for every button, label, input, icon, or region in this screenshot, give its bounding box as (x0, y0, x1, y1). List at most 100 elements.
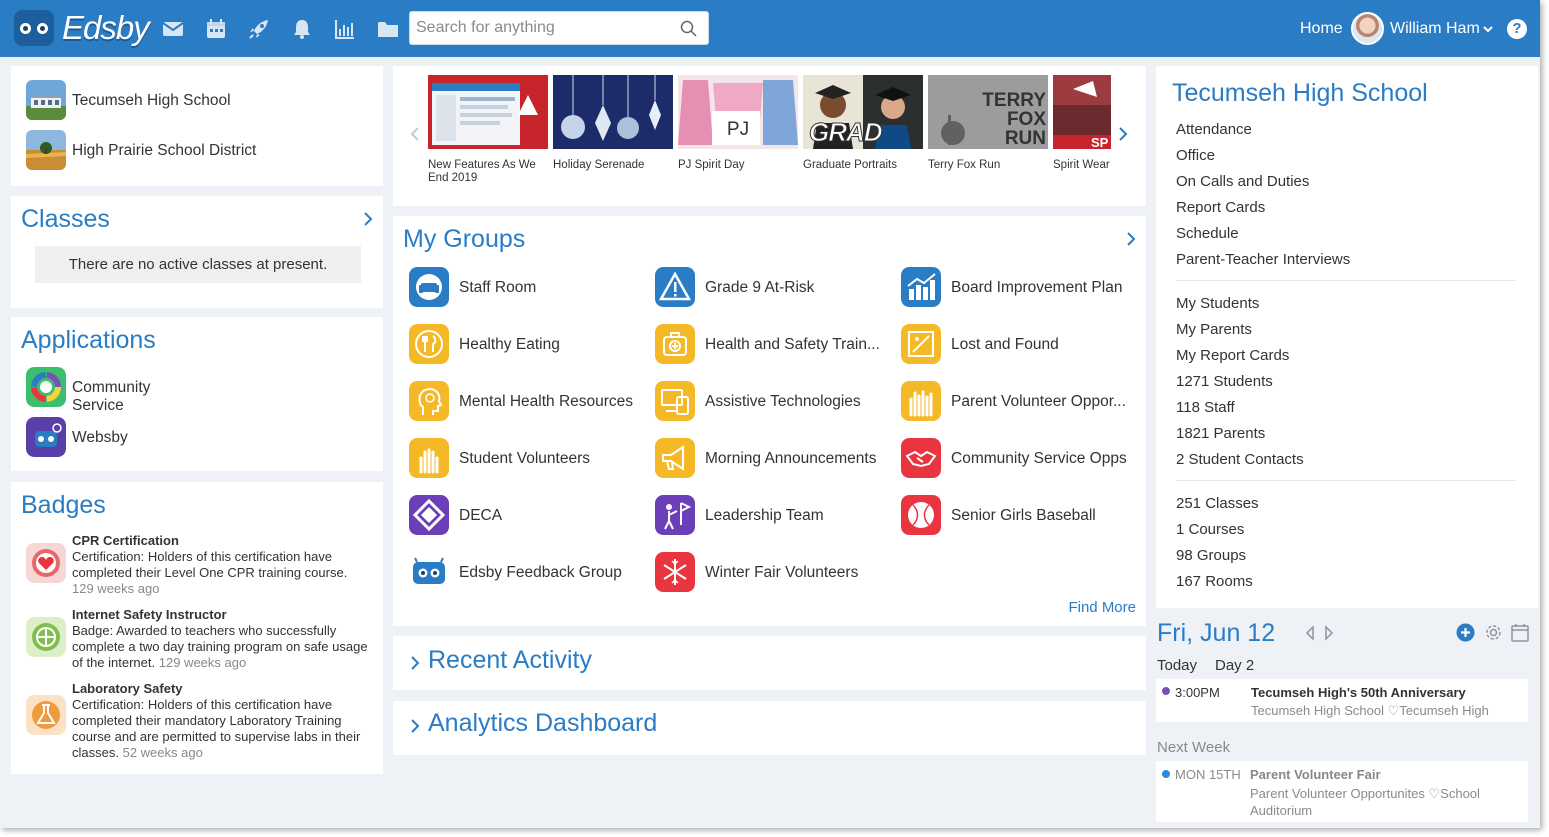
badge-item[interactable]: Internet Safety Instructor Badge: Awarde… (26, 607, 371, 671)
carousel-strip: New Features As We End 2019 Holiday Sere… (428, 0, 1111, 200)
prev-day-icon[interactable] (1305, 625, 1315, 641)
event-calendar-name: Tecumseh High School (1251, 703, 1384, 718)
event-time: MON 15TH (1175, 767, 1241, 782)
edsby-logo-icon[interactable] (14, 10, 54, 46)
divider (1176, 280, 1516, 281)
carousel-item[interactable]: Holiday Serenade (553, 75, 673, 172)
event-time: 3:00PM (1175, 685, 1220, 700)
find-more-link[interactable]: Find More (1068, 599, 1136, 616)
analytics-icon[interactable] (334, 18, 356, 40)
bell-icon[interactable] (291, 18, 313, 40)
group-health-and-safety[interactable]: Health and Safety Train... (655, 324, 895, 364)
recent-activity-panel[interactable]: Recent Activity (393, 636, 1146, 690)
link-schedule[interactable]: Schedule (1176, 225, 1239, 242)
chevron-down-icon[interactable] (1482, 24, 1494, 34)
badge-text: Internet Safety Instructor Badge: Awarde… (72, 607, 372, 671)
app-logo-text[interactable]: Edsby (62, 9, 150, 47)
event-item[interactable]: MON 15TH Parent Volunteer Fair Parent Vo… (1156, 761, 1528, 822)
group-community-service-opps[interactable]: Community Service Opps (901, 438, 1141, 478)
link-students-count[interactable]: 1271 Students (1176, 373, 1273, 390)
badge-item[interactable]: Laboratory Safety Certification: Holders… (26, 681, 371, 761)
event-dot (1162, 770, 1170, 778)
analytics-dashboard-title[interactable]: Analytics Dashboard (428, 709, 657, 738)
group-winter-fair[interactable]: Winter Fair Volunteers (655, 552, 895, 592)
carousel-item[interactable]: SP Spirit Wear (1053, 75, 1111, 172)
school-label: High Prairie School District (72, 142, 257, 159)
event-item[interactable]: 3:00PM Tecumseh High's 50th Anniversary … (1156, 679, 1528, 722)
carousel-item[interactable]: GRAD Graduate Portraits (803, 75, 923, 172)
group-parent-volunteer[interactable]: Parent Volunteer Oppor... (901, 381, 1141, 421)
group-leadership-team[interactable]: Leadership Team (655, 495, 895, 535)
home-link[interactable]: Home (1300, 20, 1343, 38)
link-office[interactable]: Office (1176, 147, 1215, 164)
badges-panel: Badges CPR Certification Certification: … (11, 482, 383, 774)
group-staff-room[interactable]: Staff Room (409, 267, 649, 307)
chevron-right-icon[interactable] (409, 655, 421, 671)
link-rooms-count[interactable]: 167 Rooms (1176, 573, 1253, 590)
group-label: Community Service Opps (951, 450, 1127, 467)
link-my-parents[interactable]: My Parents (1176, 321, 1252, 338)
group-assistive-technologies[interactable]: Assistive Technologies (655, 381, 895, 421)
link-my-report-cards[interactable]: My Report Cards (1176, 347, 1289, 364)
calendar-icon[interactable] (205, 18, 227, 40)
user-name[interactable]: William Ham (1390, 20, 1480, 38)
my-groups-title[interactable]: My Groups (403, 225, 525, 254)
edsby-robot-icon (409, 552, 449, 592)
badge-title: CPR Certification (72, 533, 179, 548)
link-student-contacts[interactable]: 2 Student Contacts (1176, 451, 1304, 468)
group-lost-and-found[interactable]: Lost and Found (901, 324, 1141, 364)
mail-icon[interactable] (162, 18, 184, 40)
group-edsby-feedback[interactable]: Edsby Feedback Group (409, 552, 649, 592)
chevron-right-icon[interactable] (362, 211, 374, 227)
carousel-caption: PJ Spirit Day (678, 159, 745, 171)
badge-item[interactable]: CPR Certification Certification: Holders… (26, 533, 371, 597)
carousel-item[interactable]: PJ PJ Spirit Day (678, 75, 798, 172)
lab-safety-badge-icon (26, 695, 66, 735)
link-my-students[interactable]: My Students (1176, 295, 1259, 312)
avatar[interactable] (1351, 12, 1384, 45)
folder-icon[interactable] (377, 18, 399, 40)
event-calendar-name: Parent Volunteer Opportunites (1250, 786, 1425, 801)
recent-activity-title[interactable]: Recent Activity (428, 646, 592, 675)
help-icon[interactable]: ? (1507, 19, 1527, 39)
group-mental-health[interactable]: Mental Health Resources (409, 381, 649, 421)
group-healthy-eating[interactable]: Healthy Eating (409, 324, 649, 364)
handshake-icon (901, 438, 941, 478)
chevron-right-icon[interactable] (409, 718, 421, 734)
carousel-caption: Terry Fox Run (928, 159, 1001, 171)
link-interviews[interactable]: Parent-Teacher Interviews (1176, 251, 1350, 268)
next-day-icon[interactable] (1324, 625, 1334, 641)
add-event-icon[interactable] (1456, 623, 1475, 642)
chevron-right-icon[interactable] (1117, 126, 1129, 142)
group-senior-girls-baseball[interactable]: Senior Girls Baseball (901, 495, 1141, 535)
rocket-icon[interactable] (248, 18, 270, 40)
analytics-dashboard-panel[interactable]: Analytics Dashboard (393, 701, 1146, 755)
school-building-icon (26, 80, 66, 120)
chevron-left-icon[interactable] (409, 126, 421, 142)
link-groups-count[interactable]: 98 Groups (1176, 547, 1246, 564)
link-courses-count[interactable]: 1 Courses (1176, 521, 1244, 538)
group-board-improvement-plan[interactable]: Board Improvement Plan (901, 267, 1141, 307)
classes-title[interactable]: Classes (21, 205, 110, 234)
app-window: Edsby Home William Ham ? Tecumseh High S… (0, 0, 1540, 828)
badge-text: Laboratory Safety Certification: Holders… (72, 681, 372, 761)
link-classes-count[interactable]: 251 Classes (1176, 495, 1259, 512)
group-deca[interactable]: DECA (409, 495, 649, 535)
chevron-right-icon[interactable] (1125, 231, 1137, 247)
link-attendance[interactable]: Attendance (1176, 121, 1252, 138)
carousel-item[interactable]: TERRY FOX RUN Terry Fox Run (928, 75, 1048, 172)
group-morning-announcements[interactable]: Morning Announcements (655, 438, 895, 478)
couch-icon (409, 267, 449, 307)
link-report-cards[interactable]: Report Cards (1176, 199, 1265, 216)
group-student-volunteers[interactable]: Student Volunteers (409, 438, 649, 478)
gear-icon[interactable] (1484, 623, 1503, 642)
link-staff-count[interactable]: 118 Staff (1176, 399, 1235, 416)
link-parents-count[interactable]: 1821 Parents (1176, 425, 1265, 442)
calendar-view-icon[interactable] (1511, 623, 1529, 642)
group-label: Board Improvement Plan (951, 279, 1123, 296)
group-grade-9-at-risk[interactable]: Grade 9 At-Risk (655, 267, 895, 307)
school-title[interactable]: Tecumseh High School (1172, 79, 1428, 108)
link-on-calls[interactable]: On Calls and Duties (1176, 173, 1309, 190)
event-dot (1162, 687, 1170, 695)
carousel-item[interactable]: New Features As We End 2019 (428, 75, 548, 185)
